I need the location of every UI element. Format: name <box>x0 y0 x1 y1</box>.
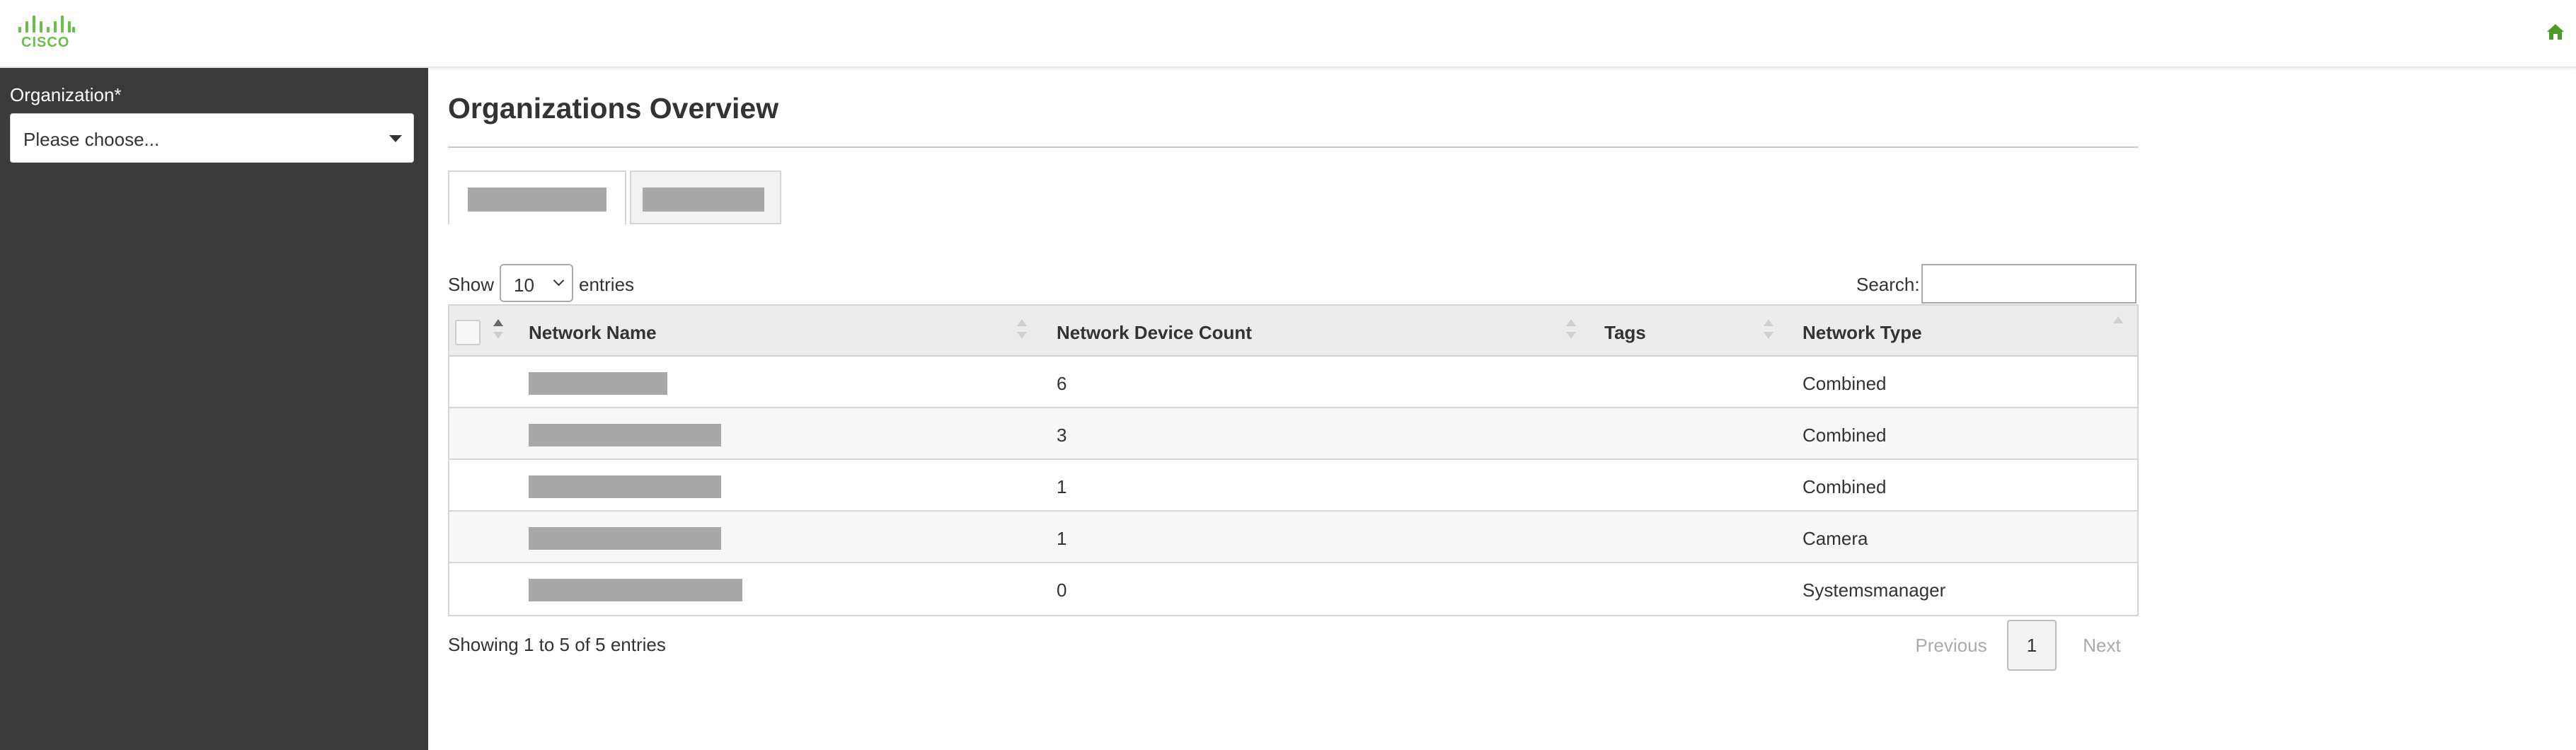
previous-page-button[interactable]: Previous <box>1894 620 2008 671</box>
column-header-label: Network Device Count <box>1057 322 1252 343</box>
column-header-tags[interactable]: Tags <box>1604 306 1802 357</box>
table-row[interactable]: 0 Systemsmanager <box>449 563 2137 615</box>
tab-2[interactable] <box>630 171 781 224</box>
entries-select-value: 10 <box>514 275 534 296</box>
column-header-label: Network Name <box>529 322 657 343</box>
select-column-header[interactable] <box>449 306 526 357</box>
cisco-logo-bars-icon <box>16 16 75 33</box>
column-header-label: Network Type <box>1802 322 1922 343</box>
select-all-checkbox[interactable] <box>455 320 481 345</box>
cell-network-type: Combined <box>1802 476 1887 497</box>
cell-tags <box>1604 460 1802 512</box>
sort-icon <box>1764 319 1773 343</box>
organization-select[interactable]: Please choose... <box>10 113 414 163</box>
cell-network-name <box>529 408 1057 460</box>
tab-2-label-redacted <box>643 188 764 212</box>
cell-tags <box>1604 408 1802 460</box>
network-name-redacted[interactable] <box>529 579 742 601</box>
sort-icon <box>493 319 503 343</box>
next-page-button[interactable]: Next <box>2064 620 2139 671</box>
cell-device-count: 0 <box>1057 579 1067 601</box>
network-name-redacted[interactable] <box>529 424 721 446</box>
chevron-down-icon <box>553 275 565 287</box>
cisco-logo-text: CISCO <box>21 35 70 50</box>
table-row[interactable]: 3 Combined <box>449 408 2137 460</box>
column-header-device-count[interactable]: Network Device Count <box>1057 306 1604 357</box>
table-row[interactable]: 1 Combined <box>449 460 2137 512</box>
cell-network-name <box>529 512 1057 563</box>
table-info: Showing 1 to 5 of 5 entries <box>448 634 666 655</box>
search-label: Search: <box>1856 274 1920 295</box>
cell-network-name <box>529 460 1057 512</box>
home-icon[interactable] <box>2545 21 2566 42</box>
search-input[interactable] <box>1921 264 2137 304</box>
networks-table: Network Name Network Device Count Tags N… <box>448 304 2139 616</box>
organization-label: Organization* <box>10 84 122 105</box>
page-1-button[interactable]: 1 <box>2007 620 2057 671</box>
sort-icon <box>1017 319 1027 343</box>
title-divider <box>448 146 2139 148</box>
network-name-redacted[interactable] <box>529 527 721 550</box>
column-header-network-type[interactable]: Network Type <box>1802 306 2138 357</box>
table-row[interactable]: 1 Camera <box>449 512 2137 563</box>
cell-device-count: 6 <box>1057 373 1067 394</box>
main-content: Organizations Overview Show 10 entries S… <box>448 68 2139 750</box>
cell-network-type: Camera <box>1802 528 1868 549</box>
entries-select[interactable]: 10 <box>500 264 573 302</box>
tab-1[interactable] <box>448 171 626 224</box>
column-header-label: Tags <box>1604 322 1646 343</box>
cell-network-type: Systemsmanager <box>1802 579 1946 601</box>
cell-tags <box>1604 357 1802 408</box>
cell-network-name <box>529 563 1057 615</box>
cell-device-count: 3 <box>1057 425 1067 446</box>
cell-device-count: 1 <box>1057 528 1067 549</box>
network-name-redacted[interactable] <box>529 475 721 498</box>
caret-down-icon <box>389 135 402 142</box>
sort-icon <box>2113 316 2123 340</box>
organization-select-value: Please choose... <box>23 129 160 150</box>
tab-1-label-redacted <box>468 188 606 212</box>
cell-tags <box>1604 563 1802 615</box>
cell-network-name <box>529 357 1057 408</box>
entries-label: entries <box>579 274 635 295</box>
top-header: CISCO <box>0 0 2576 68</box>
network-name-redacted[interactable] <box>529 372 667 395</box>
cisco-logo[interactable]: CISCO <box>16 16 75 51</box>
table-row[interactable]: 6 Combined <box>449 357 2137 408</box>
show-label: Show <box>448 274 495 295</box>
table-header-row: Network Name Network Device Count Tags N… <box>449 306 2137 357</box>
sort-icon <box>1566 319 1576 343</box>
sidebar: Organization* Please choose... <box>0 68 428 750</box>
cell-network-type: Combined <box>1802 373 1887 394</box>
page-title: Organizations Overview <box>448 92 779 125</box>
cell-device-count: 1 <box>1057 476 1067 497</box>
column-header-network-name[interactable]: Network Name <box>529 306 1057 357</box>
cell-tags <box>1604 512 1802 563</box>
cell-network-type: Combined <box>1802 425 1887 446</box>
